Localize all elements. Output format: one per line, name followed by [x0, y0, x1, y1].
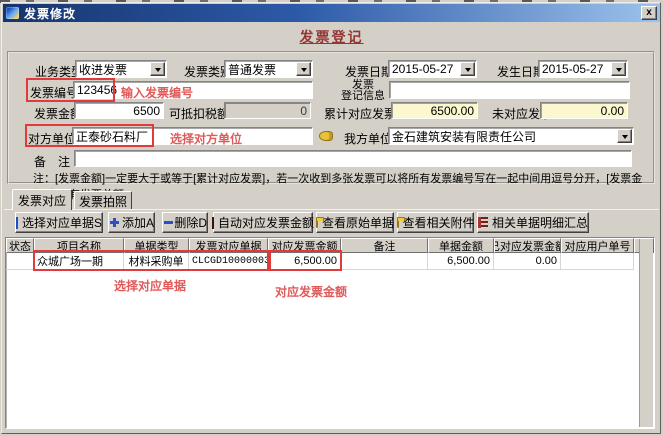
minus-icon [163, 217, 170, 228]
column-header-project[interactable]: 项目名称 [34, 238, 124, 253]
reg-info-label: 发票 登记信息 [340, 80, 386, 102]
annotation-select-doc: 选择对应单据 [114, 277, 186, 294]
calculator-icon [212, 217, 214, 229]
add-button[interactable]: 添加A [108, 212, 155, 233]
chevron-down-icon[interactable] [150, 62, 165, 76]
column-header-doc-type[interactable]: 单据类型 [124, 238, 189, 253]
annotation-invoice-no: 输入发票编号 [121, 84, 193, 101]
tab-invoice-photo[interactable]: 发票拍照 [74, 191, 132, 210]
occur-date-select[interactable]: 2015-05-27 [538, 60, 628, 78]
column-header-doc-amount[interactable]: 单据金额 [428, 238, 494, 253]
cell-doc-type: 材料采购单 [124, 253, 189, 270]
business-type-select[interactable]: 收进发票 [75, 60, 167, 78]
auto-match-amount-button[interactable]: 自动对应发票金额 [213, 212, 313, 233]
titlebar: 发票修改 x [3, 4, 660, 22]
cell-matching-doc: CLCGD100000030 [189, 253, 268, 270]
cell-matched-amount: 0.00 [494, 253, 561, 270]
column-header-user-doc-no[interactable]: 对应用户单号 [561, 238, 634, 253]
our-unit-label: 我方单位 [344, 130, 392, 147]
cumulative-matched-field [391, 102, 478, 119]
column-header-matched-amount[interactable]: 已对应发票金额 [494, 238, 561, 253]
our-unit-value: 金石建筑安装有限责任公司 [389, 128, 617, 145]
unmatched-field [540, 102, 628, 119]
reg-info-input[interactable] [389, 81, 630, 99]
cumulative-matched-label: 累计对应发票 [324, 105, 396, 122]
tab-strip-divider [4, 209, 659, 210]
close-button[interactable]: x [641, 6, 657, 20]
invoice-date-value: 2015-05-27 [389, 62, 460, 76]
chevron-down-icon[interactable] [617, 129, 632, 143]
business-type-value: 收进发票 [76, 61, 150, 78]
deductible-tax-input [224, 102, 311, 119]
invoice-category-value: 普通发票 [225, 61, 296, 78]
related-doc-summary-button[interactable]: 相关单据明细汇总 [477, 212, 589, 233]
page-title: 发票登记 [0, 27, 663, 47]
screenshot-canvas: 发票修改 x 发票登记 业务类型 收进发票 发票类别 普通发票 发票日期 201… [0, 0, 663, 436]
folder-icon [397, 219, 399, 228]
remark-label: 备 注 [34, 153, 70, 170]
annotation-invoice-amount: 对应发票金额 [275, 283, 347, 300]
cell-status [6, 253, 34, 270]
table-row[interactable]: 众城广场一期 材料采购单 CLCGD100000030 6,500.00 6,5… [6, 253, 654, 270]
table-header-row: 状态 项目名称 单据类型 发票对应单据 对应发票金额 备注 单据金额 已对应发票… [6, 238, 654, 253]
cell-invoice-amount: 6,500.00 [268, 253, 341, 270]
window-title: 发票修改 [24, 5, 76, 22]
column-header-matching-doc[interactable]: 发票对应单据 [189, 238, 268, 253]
cell-remark [341, 253, 428, 270]
invoice-category-select[interactable]: 普通发票 [224, 60, 313, 78]
column-header-remark[interactable]: 备注 [341, 238, 428, 253]
our-unit-select[interactable]: 金石建筑安装有限责任公司 [388, 127, 634, 145]
column-header-invoice-amount[interactable]: 对应发票金额 [268, 238, 341, 253]
tab-invoice-matching[interactable]: 发票对应 [12, 189, 72, 210]
remark-input[interactable] [74, 150, 632, 167]
invoice-date-label: 发票日期 [345, 63, 393, 80]
deductible-tax-label: 可抵扣税额 [169, 105, 229, 122]
chevron-down-icon[interactable] [611, 62, 626, 76]
cell-project: 众城广场一期 [34, 253, 124, 270]
chevron-down-icon[interactable] [296, 62, 311, 76]
view-attachments-button[interactable]: 查看相关附件 [397, 212, 474, 233]
matching-doc-table: 状态 项目名称 单据类型 发票对应单据 对应发票金额 备注 单据金额 已对应发票… [5, 237, 655, 429]
invoice-no-label: 发票编号 [30, 84, 78, 101]
occur-date-value: 2015-05-27 [539, 62, 611, 76]
invoice-date-select[interactable]: 2015-05-27 [388, 60, 477, 78]
view-original-doc-button[interactable]: 查看原始单据 [316, 212, 394, 233]
folder-icon [316, 219, 318, 228]
invoice-amount-input[interactable] [74, 102, 164, 119]
close-icon: x [646, 7, 652, 18]
cell-doc-amount: 6,500.00 [428, 253, 494, 270]
chevron-down-icon[interactable] [460, 62, 475, 76]
cell-user-doc-no [561, 253, 634, 270]
select-matching-doc-button[interactable]: 选择对应单据S [15, 212, 103, 233]
plus-icon [109, 217, 118, 228]
app-icon [6, 7, 19, 19]
counterparty-label: 对方单位 [28, 130, 76, 147]
column-header-status[interactable]: 状态 [6, 238, 34, 253]
annotation-counterparty: 选择对方单位 [170, 130, 242, 147]
summary-icon [478, 217, 488, 228]
delete-button[interactable]: 删除D [162, 212, 208, 233]
grid-vertical-scrollbar[interactable] [639, 239, 653, 427]
select-counterparty-hand-icon[interactable] [319, 131, 333, 141]
select-document-icon [16, 217, 18, 229]
